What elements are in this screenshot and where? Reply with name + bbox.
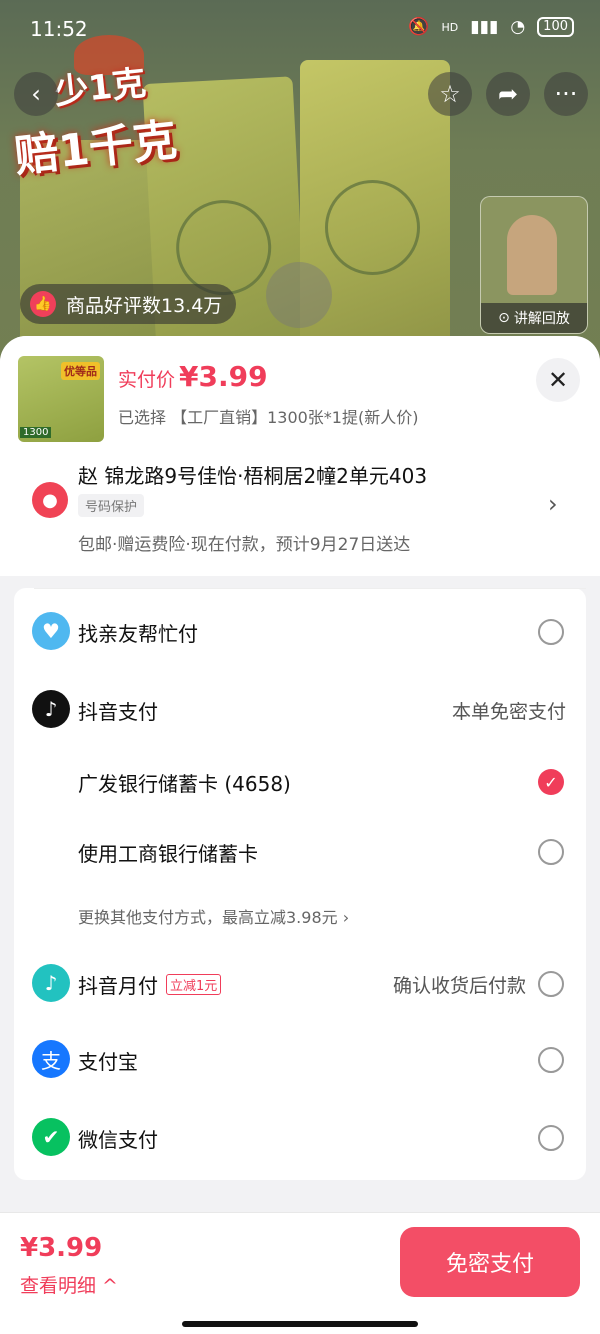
friend-pay-label: 找亲友帮忙付	[78, 622, 198, 646]
checkout-sheet: 优等品 1300 实付价 ¥3.99 已选择 【工厂直销】1300张*1提(新人…	[0, 336, 600, 1334]
status-bar: 11:52 🔕 HD ▮▮▮ ◔ 100	[0, 0, 600, 60]
monthly-pay-label: 抖音月付 立减1元	[78, 970, 222, 999]
payment-methods-card: ♥ 找亲友帮忙付 ♪ 抖音支付 本单免密支付 广发银行储蓄卡 (4658) ✓ …	[14, 588, 586, 1180]
more-methods-label: 更换其他支付方式，最高立减3.98元	[78, 908, 343, 927]
selected-spec[interactable]: 已选择 【工厂直销】1300张*1提(新人价)	[118, 404, 418, 428]
close-icon: ✕	[547, 366, 569, 394]
divider	[34, 588, 586, 589]
video-caption: 讲解回放	[513, 311, 570, 327]
payment-option-card2[interactable]: 使用工商银行储蓄卡	[14, 822, 586, 882]
network-label: HD	[441, 20, 459, 34]
video-replay-card[interactable]: ⊙ 讲解回放	[480, 196, 588, 334]
discount-badge: 立减1元	[166, 974, 222, 995]
price-value: ¥3.99	[179, 360, 268, 393]
more-icon: ···	[554, 80, 578, 108]
review-count-chip[interactable]: 👍 商品好评数13.4万	[20, 284, 237, 324]
douyin-pay-label: 抖音支付	[78, 700, 158, 724]
share-button[interactable]: ➦	[486, 72, 530, 116]
card1-label: 广发银行储蓄卡 (4658)	[78, 772, 291, 796]
heart-icon: ♥	[32, 612, 70, 650]
location-pin-icon: ●	[32, 482, 68, 518]
product-thumbnail: 优等品 1300	[18, 356, 104, 442]
address-section[interactable]: ● 赵 锦龙路9号佳怡·梧桐居2幢2单元403 号码保护 包邮·赠运费险·现在付…	[0, 432, 600, 564]
address-line: 赵 锦龙路9号佳怡·梧桐居2幢2单元403	[78, 464, 428, 488]
signal-icon: ▮▮▮	[470, 17, 499, 37]
favorite-button[interactable]: ☆	[428, 72, 472, 116]
alipay-icon: 支	[32, 1040, 70, 1078]
payment-option-douyin[interactable]: ♪ 抖音支付 本单免密支付	[14, 680, 586, 740]
wifi-icon: ◔	[510, 17, 526, 37]
promo-line-1: 少1克	[52, 63, 148, 113]
radio-button[interactable]	[538, 1125, 564, 1151]
payment-option-wechat[interactable]: ✔ 微信支付	[14, 1108, 586, 1168]
monthly-pay-note: 确认收货后付款	[392, 975, 526, 997]
home-indicator	[182, 1321, 418, 1327]
total-price: ¥3.99	[20, 1233, 103, 1263]
thumb-tag: 优等品	[61, 362, 100, 380]
payment-option-monthly[interactable]: ♪ 抖音月付 立减1元 确认收货后付款	[14, 954, 586, 1014]
douyin-monthly-icon: ♪	[32, 964, 70, 1002]
douyin-pay-note: 本单免密支付	[451, 701, 566, 723]
number-protection-badge: 号码保护	[78, 494, 145, 517]
product-summary: 优等品 1300 实付价 ¥3.99 已选择 【工厂直销】1300张*1提(新人…	[0, 336, 600, 442]
pay-button[interactable]: 免密支付	[400, 1227, 580, 1297]
more-button[interactable]: ···	[544, 72, 588, 116]
shipping-info: 包邮·赠运费险·现在付款，预计9月27日送达	[78, 535, 411, 555]
chevron-right-icon: ›	[342, 908, 350, 927]
payment-option-card1[interactable]: 广发银行储蓄卡 (4658) ✓	[14, 752, 586, 812]
radio-checked[interactable]: ✓	[538, 769, 564, 795]
payment-option-alipay[interactable]: 支 支付宝	[14, 1030, 586, 1090]
star-icon: ☆	[439, 80, 461, 108]
douyin-icon: ♪	[32, 690, 70, 728]
share-icon: ➦	[497, 80, 519, 108]
review-count-label: 商品好评数13.4万	[66, 294, 223, 317]
checkout-bottom-bar: ¥3.99 查看明细 ^ 免密支付	[0, 1212, 600, 1334]
radio-button[interactable]	[538, 619, 564, 645]
payment-option-friend[interactable]: ♥ 找亲友帮忙付	[14, 602, 586, 662]
more-payment-methods[interactable]: 更换其他支付方式，最高立减3.98元 ›	[14, 904, 586, 934]
view-details-link[interactable]: 查看明细 ^	[20, 1271, 118, 1298]
close-button[interactable]: ✕	[536, 358, 580, 402]
battery-icon: 100	[537, 17, 574, 37]
actual-price: 实付价 ¥3.99	[118, 360, 268, 393]
alipay-label: 支付宝	[78, 1050, 138, 1074]
wechat-label: 微信支付	[78, 1128, 158, 1152]
radio-button[interactable]	[538, 839, 564, 865]
wechat-icon: ✔	[32, 1118, 70, 1156]
replay-icon: ⊙	[498, 310, 510, 326]
thumbs-up-icon: 👍	[30, 291, 56, 317]
card2-label: 使用工商银行储蓄卡	[78, 842, 258, 866]
presenter-image	[507, 215, 557, 295]
monthly-pay-text: 抖音月付	[78, 974, 158, 998]
mute-icon: 🔕	[408, 17, 430, 37]
radio-button[interactable]	[538, 1047, 564, 1073]
price-label: 实付价	[118, 369, 176, 391]
status-time: 11:52	[30, 17, 88, 41]
back-button[interactable]: ‹	[14, 72, 58, 116]
chevron-right-icon: ›	[548, 490, 558, 518]
play-icon[interactable]	[266, 262, 332, 328]
radio-button[interactable]	[538, 971, 564, 997]
chevron-left-icon: ‹	[31, 80, 41, 108]
